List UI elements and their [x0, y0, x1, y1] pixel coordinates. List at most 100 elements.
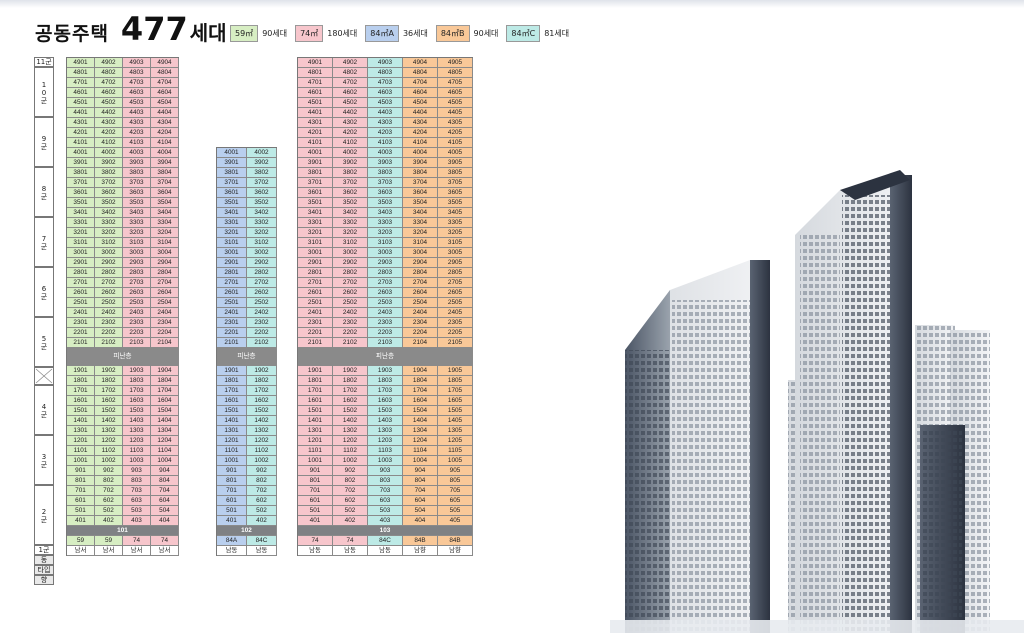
unit-cell[interactable]: 503: [368, 506, 403, 515]
unit-cell[interactable]: 1304: [151, 426, 179, 435]
unit-cell[interactable]: 4303: [123, 118, 151, 127]
unit-cell[interactable]: 3502: [95, 198, 123, 207]
unit-cell[interactable]: 902: [333, 466, 368, 475]
unit-cell[interactable]: 3202: [247, 228, 277, 237]
unit-cell[interactable]: 2302: [247, 318, 277, 327]
unit-cell[interactable]: 4804: [403, 68, 438, 77]
unit-cell[interactable]: 502: [247, 506, 277, 515]
unit-cell[interactable]: 2201: [67, 328, 95, 337]
unit-cell[interactable]: 2105: [438, 338, 473, 347]
unit-cell[interactable]: 2503: [368, 298, 403, 307]
unit-cell[interactable]: 3402: [95, 208, 123, 217]
unit-cell[interactable]: 1102: [247, 446, 277, 455]
unit-cell[interactable]: 403: [368, 516, 403, 525]
unit-cell[interactable]: 2304: [403, 318, 438, 327]
unit-cell[interactable]: 1302: [95, 426, 123, 435]
unit-cell[interactable]: 1604: [151, 396, 179, 405]
unit-cell[interactable]: 1401: [67, 416, 95, 425]
unit-cell[interactable]: 4703: [368, 78, 403, 87]
unit-cell[interactable]: 901: [298, 466, 333, 475]
unit-cell[interactable]: 4005: [438, 148, 473, 157]
unit-cell[interactable]: 1805: [438, 376, 473, 385]
unit-cell[interactable]: 804: [151, 476, 179, 485]
unit-cell[interactable]: 1102: [333, 446, 368, 455]
unit-cell[interactable]: 2702: [333, 278, 368, 287]
unit-cell[interactable]: 3402: [333, 208, 368, 217]
unit-cell[interactable]: 3401: [298, 208, 333, 217]
unit-cell[interactable]: 3401: [67, 208, 95, 217]
unit-cell[interactable]: 2201: [298, 328, 333, 337]
unit-cell[interactable]: 4105: [438, 138, 473, 147]
unit-cell[interactable]: 3402: [247, 208, 277, 217]
unit-cell[interactable]: 1401: [217, 416, 247, 425]
unit-cell[interactable]: 1902: [333, 366, 368, 375]
unit-cell[interactable]: 3101: [217, 238, 247, 247]
unit-cell[interactable]: 1605: [438, 396, 473, 405]
unit-cell[interactable]: 4803: [123, 68, 151, 77]
unit-cell[interactable]: 4102: [95, 138, 123, 147]
unit-cell[interactable]: 4203: [123, 128, 151, 137]
unit-cell[interactable]: 1002: [333, 456, 368, 465]
unit-cell[interactable]: 4001: [67, 148, 95, 157]
unit-cell[interactable]: 801: [298, 476, 333, 485]
unit-cell[interactable]: 1402: [95, 416, 123, 425]
unit-cell[interactable]: 3604: [151, 188, 179, 197]
unit-cell[interactable]: 1005: [438, 456, 473, 465]
unit-cell[interactable]: 3001: [217, 248, 247, 257]
unit-cell[interactable]: 4304: [151, 118, 179, 127]
unit-cell[interactable]: 3801: [67, 168, 95, 177]
unit-cell[interactable]: 1203: [123, 436, 151, 445]
unit-cell[interactable]: 4101: [298, 138, 333, 147]
unit-cell[interactable]: 2401: [67, 308, 95, 317]
unit-cell[interactable]: 2304: [151, 318, 179, 327]
unit-cell[interactable]: 1503: [368, 406, 403, 415]
unit-cell[interactable]: 602: [247, 496, 277, 505]
unit-cell[interactable]: 1502: [247, 406, 277, 415]
unit-cell[interactable]: 3701: [298, 178, 333, 187]
unit-cell[interactable]: 1801: [67, 376, 95, 385]
unit-cell[interactable]: 2604: [151, 288, 179, 297]
unit-cell[interactable]: 3101: [298, 238, 333, 247]
unit-cell[interactable]: 4402: [333, 108, 368, 117]
unit-cell[interactable]: 3602: [95, 188, 123, 197]
unit-cell[interactable]: 3701: [217, 178, 247, 187]
unit-cell[interactable]: 4502: [333, 98, 368, 107]
unit-cell[interactable]: 1403: [123, 416, 151, 425]
unit-cell[interactable]: 3804: [151, 168, 179, 177]
unit-cell[interactable]: 1003: [123, 456, 151, 465]
unit-cell[interactable]: 2104: [403, 338, 438, 347]
unit-cell[interactable]: 401: [298, 516, 333, 525]
unit-cell[interactable]: 1601: [67, 396, 95, 405]
unit-cell[interactable]: 3304: [151, 218, 179, 227]
unit-cell[interactable]: 3302: [247, 218, 277, 227]
unit-cell[interactable]: 504: [403, 506, 438, 515]
unit-cell[interactable]: 3601: [298, 188, 333, 197]
unit-cell[interactable]: 1505: [438, 406, 473, 415]
unit-cell[interactable]: 3001: [298, 248, 333, 257]
unit-cell[interactable]: 3305: [438, 218, 473, 227]
unit-cell[interactable]: 1703: [368, 386, 403, 395]
unit-cell[interactable]: 1205: [438, 436, 473, 445]
unit-cell[interactable]: 2801: [67, 268, 95, 277]
unit-cell[interactable]: 4304: [403, 118, 438, 127]
unit-cell[interactable]: 1102: [95, 446, 123, 455]
unit-cell[interactable]: 2401: [298, 308, 333, 317]
unit-cell[interactable]: 704: [403, 486, 438, 495]
unit-cell[interactable]: 2805: [438, 268, 473, 277]
unit-cell[interactable]: 2202: [95, 328, 123, 337]
unit-cell[interactable]: 4702: [333, 78, 368, 87]
unit-cell[interactable]: 904: [403, 466, 438, 475]
unit-cell[interactable]: 2103: [123, 338, 151, 347]
unit-cell[interactable]: 805: [438, 476, 473, 485]
unit-cell[interactable]: 2802: [333, 268, 368, 277]
unit-cell[interactable]: 605: [438, 496, 473, 505]
unit-cell[interactable]: 4603: [123, 88, 151, 97]
unit-cell[interactable]: 3604: [403, 188, 438, 197]
unit-cell[interactable]: 2302: [333, 318, 368, 327]
unit-cell[interactable]: 2704: [151, 278, 179, 287]
unit-cell[interactable]: 3301: [217, 218, 247, 227]
unit-cell[interactable]: 2601: [217, 288, 247, 297]
unit-cell[interactable]: 3502: [333, 198, 368, 207]
unit-cell[interactable]: 2904: [151, 258, 179, 267]
unit-cell[interactable]: 2702: [95, 278, 123, 287]
